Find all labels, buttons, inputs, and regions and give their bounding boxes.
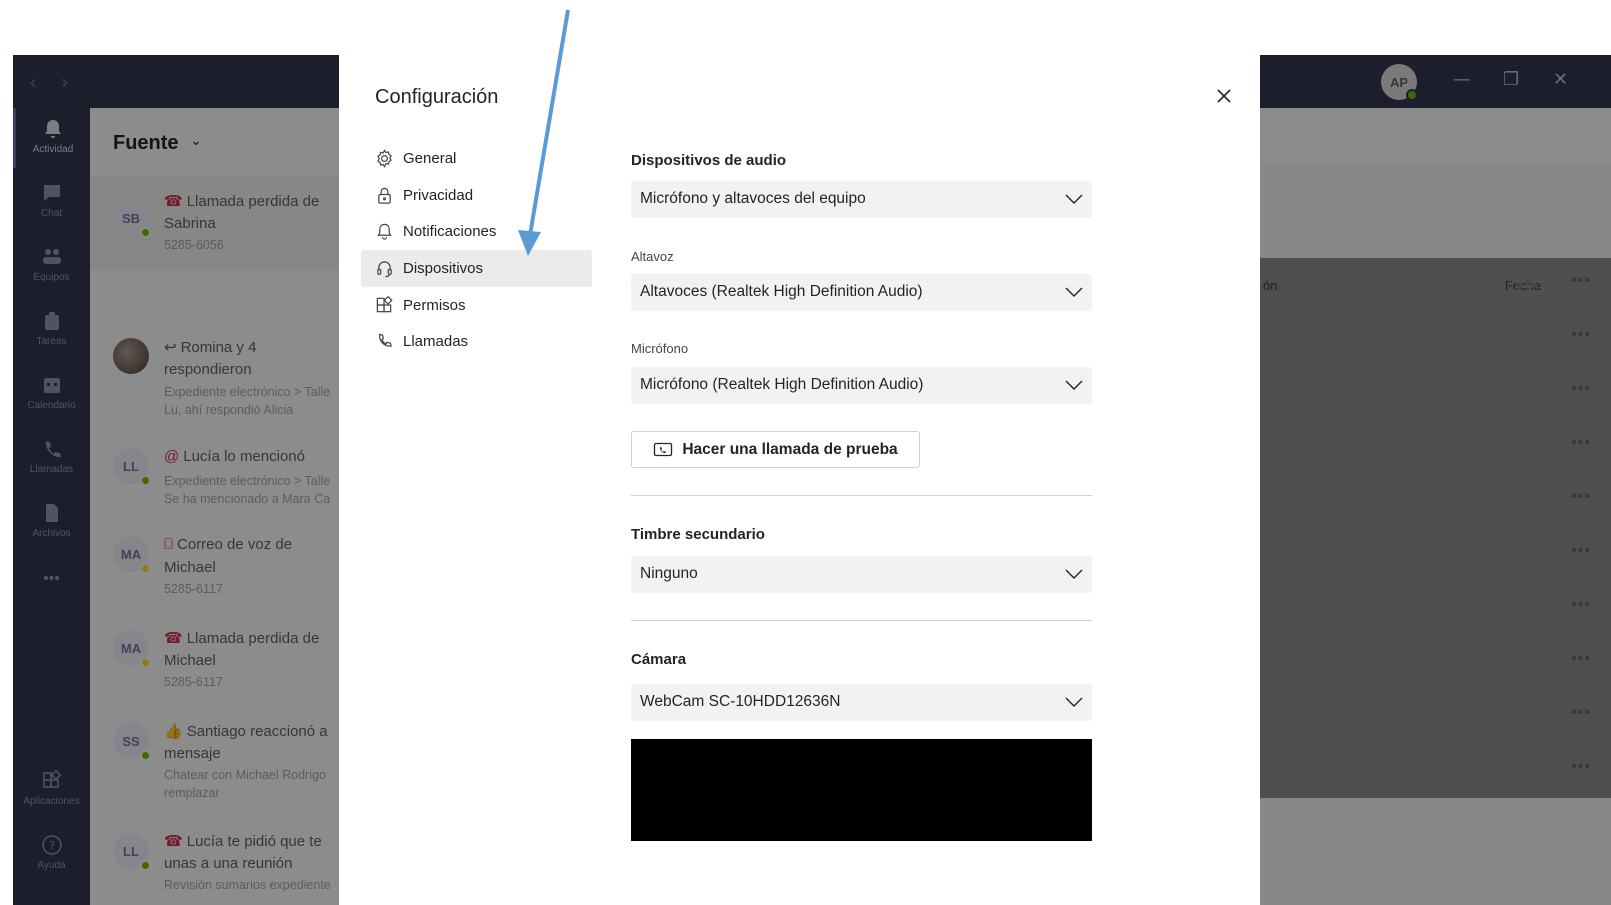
call-history-list: 12:17 p.m. ••• 16 s 24/09 11:52 a.m. ••• 24/0… [1259, 258, 1611, 798]
call-history-row[interactable]: 22 s 15/09 12:35 p.m. ••• [1259, 690, 1611, 744]
chevron-down-icon [1065, 194, 1083, 204]
more-options-icon[interactable]: ••• [1571, 434, 1591, 452]
divider [631, 495, 1092, 496]
menu-label: General [403, 150, 457, 167]
bell-icon [377, 223, 392, 240]
call-date: 26/08 11:59 a.m. [1444, 762, 1541, 777]
call-date: 21/09 3:49 p.m. [1450, 492, 1541, 507]
camera-preview [631, 739, 1092, 841]
close-icon[interactable] [1214, 86, 1234, 106]
chevron-down-icon [1065, 287, 1083, 297]
call-duration: 53 s [1263, 654, 1288, 669]
call-history-row[interactable]: 53 s 15/09 1:47 p.m. ••• [1259, 636, 1611, 690]
menu-label: Permisos [403, 297, 466, 314]
microphone-dropdown[interactable]: Micrófono (Realtek High Definition Audio… [631, 367, 1092, 404]
gear-icon [377, 149, 392, 168]
call-date: 15/09 12:35 p.m. [1443, 708, 1541, 723]
call-history-row[interactable]: 16 s 24/09 11:52 a.m. ••• [1259, 312, 1611, 366]
dropdown-value: Micrófono (Realtek High Definition Audio… [640, 376, 924, 393]
camera-dropdown[interactable]: WebCam SC-10HDD12636N [631, 684, 1092, 721]
page: ‹ › AP — ❐ ✕ Actividad Chat Equipos Tare… [0, 0, 1611, 905]
divider [631, 620, 1092, 621]
chevron-down-icon [1065, 569, 1083, 579]
call-duration: 16 s [1263, 330, 1288, 345]
audio-devices-title: Dispositivos de audio [631, 152, 787, 169]
secondary-ring-title: Timbre secundario [631, 526, 765, 543]
call-date: 24/09 11:51 a.m. [1444, 384, 1541, 399]
settings-menu-devices[interactable]: Dispositivos [361, 250, 592, 287]
call-date: 21/09 2:42 p.m. [1450, 546, 1541, 561]
menu-label: Dispositivos [403, 260, 484, 277]
call-history-row[interactable]: 12:17 p.m. ••• [1259, 258, 1611, 312]
call-duration: 22 s [1263, 708, 1288, 723]
more-options-icon[interactable]: ••• [1571, 272, 1591, 290]
test-call-icon [654, 442, 673, 456]
call-date: 12:17 p.m. [1479, 276, 1541, 291]
more-options-icon[interactable]: ••• [1571, 488, 1591, 506]
call-duration: 52 s [1263, 438, 1288, 453]
call-history-row[interactable]: 52 s 26/08 11:59 a.m. ••• [1259, 744, 1611, 798]
test-call-button[interactable]: Hacer una llamada de prueba [631, 431, 920, 468]
settings-menu-calls[interactable]: Llamadas [361, 323, 592, 360]
more-options-icon[interactable]: ••• [1571, 596, 1591, 614]
call-date: 17/09 2:00 p.m. [1450, 600, 1541, 615]
settings-menu-permissions[interactable]: Permisos [361, 287, 592, 324]
chevron-down-icon [1065, 380, 1083, 390]
microphone-label: Micrófono [631, 341, 689, 356]
call-history-row[interactable]: 52 s 21/09 3:50 p.m. ••• [1259, 420, 1611, 474]
lock-icon [378, 187, 391, 204]
camera-title: Cámara [631, 651, 687, 668]
menu-label: Notificaciones [403, 223, 497, 240]
test-call-label: Hacer una llamada de prueba [682, 440, 898, 458]
speaker-dropdown[interactable]: Altavoces (Realtek High Definition Audio… [631, 274, 1092, 311]
phone-icon [379, 333, 392, 347]
call-history-row[interactable]: 24/09 11:51 a.m. ••• [1259, 366, 1611, 420]
more-options-icon[interactable]: ••• [1571, 542, 1591, 560]
settings-menu-general[interactable]: General [361, 140, 592, 177]
dropdown-value: Altavoces (Realtek High Definition Audio… [640, 283, 923, 300]
speaker-label: Altavoz [631, 249, 674, 264]
settings-dialog: Configuración General Privacidad Notific… [339, 55, 1260, 905]
call-date: 21/09 3:50 p.m. [1450, 438, 1541, 453]
secondary-ring-dropdown[interactable]: Ninguno [631, 556, 1092, 593]
settings-menu-privacy[interactable]: Privacidad [361, 177, 592, 214]
dialog-title: Configuración [375, 86, 499, 108]
more-options-icon[interactable]: ••• [1571, 380, 1591, 398]
call-date: 15/09 1:47 p.m. [1450, 654, 1541, 669]
call-duration: 13 s [1263, 600, 1288, 615]
dropdown-value: WebCam SC-10HDD12636N [640, 693, 841, 710]
more-options-icon[interactable]: ••• [1571, 326, 1591, 344]
more-options-icon[interactable]: ••• [1571, 758, 1591, 776]
settings-menu-notifications[interactable]: Notificaciones [361, 213, 592, 250]
call-history-row[interactable]: 21/09 2:42 p.m. ••• [1259, 528, 1611, 582]
menu-label: Privacidad [403, 187, 474, 204]
dropdown-value: Ninguno [640, 565, 698, 582]
more-options-icon[interactable]: ••• [1571, 704, 1591, 722]
dropdown-value: Micrófono y altavoces del equipo [640, 190, 866, 207]
audio-device-dropdown[interactable]: Micrófono y altavoces del equipo [631, 181, 1092, 218]
call-date: 24/09 11:52 a.m. [1444, 330, 1541, 345]
call-duration: 52 s [1263, 762, 1288, 777]
more-options-icon[interactable]: ••• [1571, 650, 1591, 668]
call-history-row[interactable]: 21/09 3:49 p.m. ••• [1259, 474, 1611, 528]
call-history-row[interactable]: 13 s 17/09 2:00 p.m. ••• [1259, 582, 1611, 636]
headset-icon [377, 261, 392, 278]
chevron-down-icon [1065, 697, 1083, 707]
apps-icon [376, 296, 393, 313]
menu-label: Llamadas [403, 333, 469, 350]
